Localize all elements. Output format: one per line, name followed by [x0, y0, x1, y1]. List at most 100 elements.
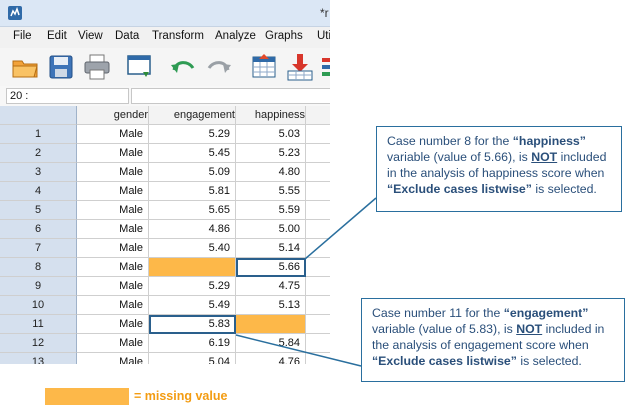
row-number[interactable]: 7: [0, 239, 77, 258]
goto-variable-icon[interactable]: [285, 52, 315, 82]
column-header-engagement[interactable]: engagement: [149, 106, 236, 125]
cell-value-field[interactable]: [131, 88, 330, 104]
variables-icon[interactable]: [320, 52, 330, 82]
cell-empty[interactable]: [306, 296, 330, 315]
cell-gender[interactable]: Male: [77, 182, 149, 201]
column-header-empty[interactable]: [306, 106, 330, 125]
row-number[interactable]: 11: [0, 315, 77, 334]
cell-engagement[interactable]: 5.40: [149, 239, 236, 258]
menu-edit[interactable]: Edit: [47, 30, 67, 42]
cell-gender[interactable]: Male: [77, 239, 149, 258]
cell-empty[interactable]: [306, 258, 330, 277]
spss-data-editor-window: *r File Edit View Data Transform Analyze Graph…: [0, 0, 330, 364]
row-number[interactable]: 9: [0, 277, 77, 296]
menu-data[interactable]: Data: [115, 30, 139, 42]
cell-empty[interactable]: [306, 239, 330, 258]
dialog-recall-icon[interactable]: [125, 52, 155, 82]
save-icon[interactable]: [46, 52, 76, 82]
column-header-happiness[interactable]: happiness: [236, 106, 306, 125]
cell-gender[interactable]: Male: [77, 334, 149, 353]
cell-empty[interactable]: [306, 182, 330, 201]
row-number[interactable]: 5: [0, 201, 77, 220]
callout-text: Case number 11 for the: [372, 306, 504, 320]
cell-happiness[interactable]: 4.75: [236, 277, 306, 296]
row-number[interactable]: 4: [0, 182, 77, 201]
cell-engagement[interactable]: 5.29: [149, 277, 236, 296]
callout-happiness-note: Case number 8 for the “happiness” variab…: [376, 126, 622, 212]
row-number[interactable]: 2: [0, 144, 77, 163]
cell-empty[interactable]: [306, 315, 330, 334]
cell-gender[interactable]: Male: [77, 163, 149, 182]
cell-reference-box[interactable]: 20 :: [6, 88, 129, 104]
cell-empty[interactable]: [306, 353, 330, 364]
cell-empty[interactable]: [306, 277, 330, 296]
cell-engagement[interactable]: 5.09: [149, 163, 236, 182]
cell-happiness[interactable]: 5.84: [236, 334, 306, 353]
menu-graphs[interactable]: Graphs: [265, 30, 303, 42]
cell-engagement[interactable]: 5.45: [149, 144, 236, 163]
cell-happiness[interactable]: [236, 315, 306, 334]
cell-gender[interactable]: Male: [77, 277, 149, 296]
cell-engagement[interactable]: [149, 258, 236, 277]
cell-engagement[interactable]: 5.81: [149, 182, 236, 201]
cell-gender[interactable]: Male: [77, 144, 149, 163]
menu-bar: File Edit View Data Transform Analyze Graphs Ut…: [0, 27, 330, 48]
cell-engagement[interactable]: 5.04: [149, 353, 236, 364]
menu-file[interactable]: File: [13, 30, 32, 42]
redo-icon[interactable]: [204, 52, 234, 82]
menu-analyze[interactable]: Analyze: [215, 30, 256, 42]
cell-empty[interactable]: [306, 125, 330, 144]
cell-happiness[interactable]: 4.80: [236, 163, 306, 182]
cell-happiness[interactable]: 5.13: [236, 296, 306, 315]
cell-gender[interactable]: Male: [77, 125, 149, 144]
cell-happiness[interactable]: 5.55: [236, 182, 306, 201]
callout-not-emphasis: NOT: [516, 322, 543, 336]
cell-engagement[interactable]: 5.83: [149, 315, 236, 334]
print-icon[interactable]: [82, 52, 112, 82]
menu-uti[interactable]: Uti: [317, 30, 330, 42]
callout-option-name: “Exclude cases listwise”: [372, 354, 517, 368]
cell-gender[interactable]: Male: [77, 315, 149, 334]
cell-empty[interactable]: [306, 220, 330, 239]
cell-gender[interactable]: Male: [77, 201, 149, 220]
row-number[interactable]: 12: [0, 334, 77, 353]
cell-reference-bar: 20 :: [0, 86, 330, 107]
spss-app-icon[interactable]: [7, 5, 23, 21]
cell-engagement[interactable]: 5.65: [149, 201, 236, 220]
cell-empty[interactable]: [306, 144, 330, 163]
goto-case-icon[interactable]: [250, 52, 280, 82]
row-number[interactable]: 6: [0, 220, 77, 239]
cell-gender[interactable]: Male: [77, 220, 149, 239]
cell-happiness[interactable]: 5.03: [236, 125, 306, 144]
row-number[interactable]: 10: [0, 296, 77, 315]
row-number[interactable]: 1: [0, 125, 77, 144]
open-folder-icon[interactable]: [10, 52, 40, 82]
row-number[interactable]: 8: [0, 258, 77, 277]
undo-icon[interactable]: [168, 52, 198, 82]
cell-empty[interactable]: [306, 163, 330, 182]
cell-gender[interactable]: Male: [77, 296, 149, 315]
column-header-gender[interactable]: gender: [77, 106, 149, 125]
callout-text: is selected.: [516, 354, 582, 368]
callout-text: is selected.: [531, 182, 597, 196]
cell-gender[interactable]: Male: [77, 258, 149, 277]
cell-happiness[interactable]: 5.59: [236, 201, 306, 220]
row-number[interactable]: 3: [0, 163, 77, 182]
corner-cell[interactable]: [0, 106, 77, 125]
menu-view[interactable]: View: [78, 30, 103, 42]
callout-option-name: “Exclude cases listwise”: [387, 182, 532, 196]
cell-engagement[interactable]: 5.29: [149, 125, 236, 144]
cell-happiness[interactable]: 4.76: [236, 353, 306, 364]
menu-transform[interactable]: Transform: [152, 30, 204, 42]
row-number[interactable]: 13: [0, 353, 77, 364]
cell-empty[interactable]: [306, 201, 330, 220]
cell-engagement[interactable]: 4.86: [149, 220, 236, 239]
cell-engagement[interactable]: 6.19: [149, 334, 236, 353]
cell-empty[interactable]: [306, 334, 330, 353]
cell-happiness[interactable]: 5.23: [236, 144, 306, 163]
cell-happiness[interactable]: 5.00: [236, 220, 306, 239]
cell-happiness[interactable]: 5.14: [236, 239, 306, 258]
cell-gender[interactable]: Male: [77, 353, 149, 364]
cell-engagement[interactable]: 5.49: [149, 296, 236, 315]
cell-happiness[interactable]: 5.66: [236, 258, 306, 277]
